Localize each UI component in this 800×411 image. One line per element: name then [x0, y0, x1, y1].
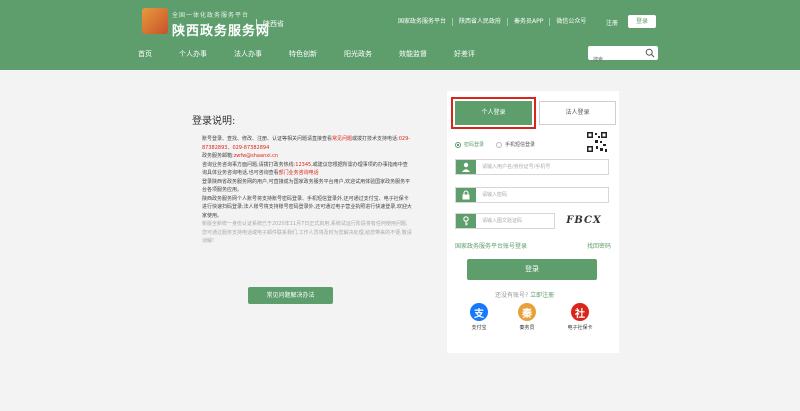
key-icon	[463, 216, 469, 226]
instructions-text: 账号登录、查找、修改、注册、认证等相关问题请直接查看	[202, 136, 333, 142]
hotline-number: 12345	[295, 161, 312, 168]
search-box	[588, 46, 658, 67]
nav-item-rating[interactable]: 好差评	[454, 49, 475, 59]
support-email[interactable]: zwfw@shaanxi.cn	[234, 153, 278, 159]
register-link[interactable]: 注册	[606, 18, 618, 27]
radio-sms-login[interactable]	[496, 141, 503, 148]
captcha-input[interactable]	[482, 214, 552, 228]
username-field	[455, 159, 609, 175]
instructions-paragraph: 陕西政务服务网个人账号将支持账号密码登录、手机短信登录外,还可通过支付宝、电子社…	[202, 195, 412, 219]
main-nav: 首页 个人办事 法人办事 特色创新 阳光政务 效能监督 好差评	[138, 49, 502, 59]
nav-item-home[interactable]: 首页	[138, 49, 152, 59]
login-method-options: 密码登录 手机短信登录	[455, 141, 547, 148]
instructions-body: 账号登录、查找、修改、注册、认证等相关问题请直接查看常见问题或拨打技术支持电话:…	[202, 135, 412, 246]
nav-item-transparency[interactable]: 阳光政务	[344, 49, 372, 59]
social-security-card-login[interactable]: 社 电子社保卡	[557, 303, 603, 331]
instructions-title: 登录说明:	[192, 116, 236, 127]
site-logo[interactable]	[142, 8, 168, 34]
qr-code-icon[interactable]	[586, 131, 608, 153]
department-phone-link[interactable]: 部门业务咨询电话	[279, 170, 319, 176]
radio-password-label[interactable]: 密码登录	[464, 141, 484, 148]
region-label: 陕西省	[256, 19, 284, 29]
search-icon[interactable]	[645, 48, 655, 58]
instructions-text: 政务服务邮箱:	[202, 153, 234, 159]
top-link-wechat[interactable]: 微信公众号	[550, 18, 592, 26]
faq-solution-button[interactable]: 常见问题解决办法	[248, 287, 333, 304]
faq-link[interactable]: 常见问题	[332, 136, 352, 142]
key-icon-box	[456, 214, 476, 228]
alipay-icon[interactable]: 支	[470, 303, 488, 321]
radio-password-login[interactable]	[455, 141, 461, 148]
top-links: 国家政务服务平台 陕西省人民政府 秦务员APP 微信公众号	[392, 18, 592, 26]
site-header: 全国一体化政务服务平台 陕西政务服务网 陕西省 国家政务服务平台 陕西省人民政府…	[0, 0, 800, 70]
lock-icon	[462, 190, 470, 200]
tab-legal-login[interactable]: 法人登录	[539, 101, 616, 125]
user-icon	[462, 162, 470, 172]
instructions-paragraph: 登录陕西省政务服务网的用户,可直接成为国家政务服务平台用户,欢迎试用体验国家政务…	[202, 178, 411, 194]
tab-highlight-box	[451, 97, 536, 129]
instructions-text: 或拨打技术支持电话:	[352, 136, 399, 142]
nav-item-innovation[interactable]: 特色创新	[289, 49, 317, 59]
national-platform-login-link[interactable]: 国家政务服务平台账号登录	[455, 243, 527, 250]
no-account-text: 还没有账号?	[495, 292, 529, 299]
username-input[interactable]	[482, 160, 582, 174]
social-security-card-label: 电子社保卡	[567, 325, 593, 331]
login-submit-button[interactable]: 登录	[467, 259, 597, 280]
instructions-notice: 新版全新统一身份认证系统已于2020年11月7日正式启用,系统试运行阶段将有任何…	[202, 221, 412, 244]
login-instructions: 登录说明: 账号登录、查找、修改、注册、认证等相关问题请直接查看常见问题或拨打技…	[192, 112, 412, 246]
captcha-field	[455, 213, 555, 229]
header-login-button[interactable]: 登录	[628, 15, 656, 28]
forgot-password-link[interactable]: 找回密码	[587, 241, 611, 250]
nav-item-legal[interactable]: 法人办事	[234, 49, 262, 59]
top-link-national-platform[interactable]: 国家政务服务平台	[392, 18, 454, 26]
instructions-text: 咨询业务咨询事方面问题,请拨打政务热线:	[202, 161, 296, 168]
user-icon-box	[456, 160, 476, 174]
search-input[interactable]	[588, 53, 644, 67]
password-input[interactable]	[482, 188, 582, 202]
register-now-link[interactable]: 立即注册	[530, 292, 554, 299]
top-link-app[interactable]: 秦务员APP	[508, 18, 551, 26]
login-panel: 个人登录 法人登录 密码登录 手机短信登录 请输入用户名/身份证号/手机号 请输…	[447, 91, 619, 353]
social-security-card-icon[interactable]: 社	[571, 303, 589, 321]
instructions-paragraph: 账号登录、查找、修改、注册、认证等相关问题请直接查看常见问题或拨打技术支持电话:…	[202, 135, 412, 152]
instructions-paragraph: 咨询业务咨询事方面问题,请拨打政务热线:12345,或建议您根据所需办理事项的办…	[202, 161, 412, 178]
qinwuyuan-label: 秦务员	[519, 325, 535, 331]
password-field	[455, 187, 609, 203]
register-prompt: 还没有账号? 立即注册	[495, 290, 554, 299]
qinwuyuan-login[interactable]: 秦 秦务员	[509, 303, 545, 331]
login-links: 国家政务服务平台账号登录 找回密码	[455, 241, 611, 250]
alipay-label: 支付宝	[471, 325, 487, 331]
qinwuyuan-icon[interactable]: 秦	[518, 303, 536, 321]
top-link-provincial-government[interactable]: 陕西省人民政府	[453, 18, 509, 26]
lock-icon-box	[456, 188, 476, 202]
site-slogan: 全国一体化政务服务平台	[172, 12, 250, 19]
instructions-paragraph: 政务服务邮箱:zwfw@shaanxi.cn	[202, 152, 412, 161]
captcha-image[interactable]: FBCX	[560, 213, 608, 228]
nav-item-personal[interactable]: 个人办事	[179, 49, 207, 59]
radio-sms-label[interactable]: 手机短信登录	[505, 141, 535, 148]
nav-item-supervision[interactable]: 效能监督	[399, 49, 427, 59]
alipay-login[interactable]: 支 支付宝	[461, 303, 497, 331]
